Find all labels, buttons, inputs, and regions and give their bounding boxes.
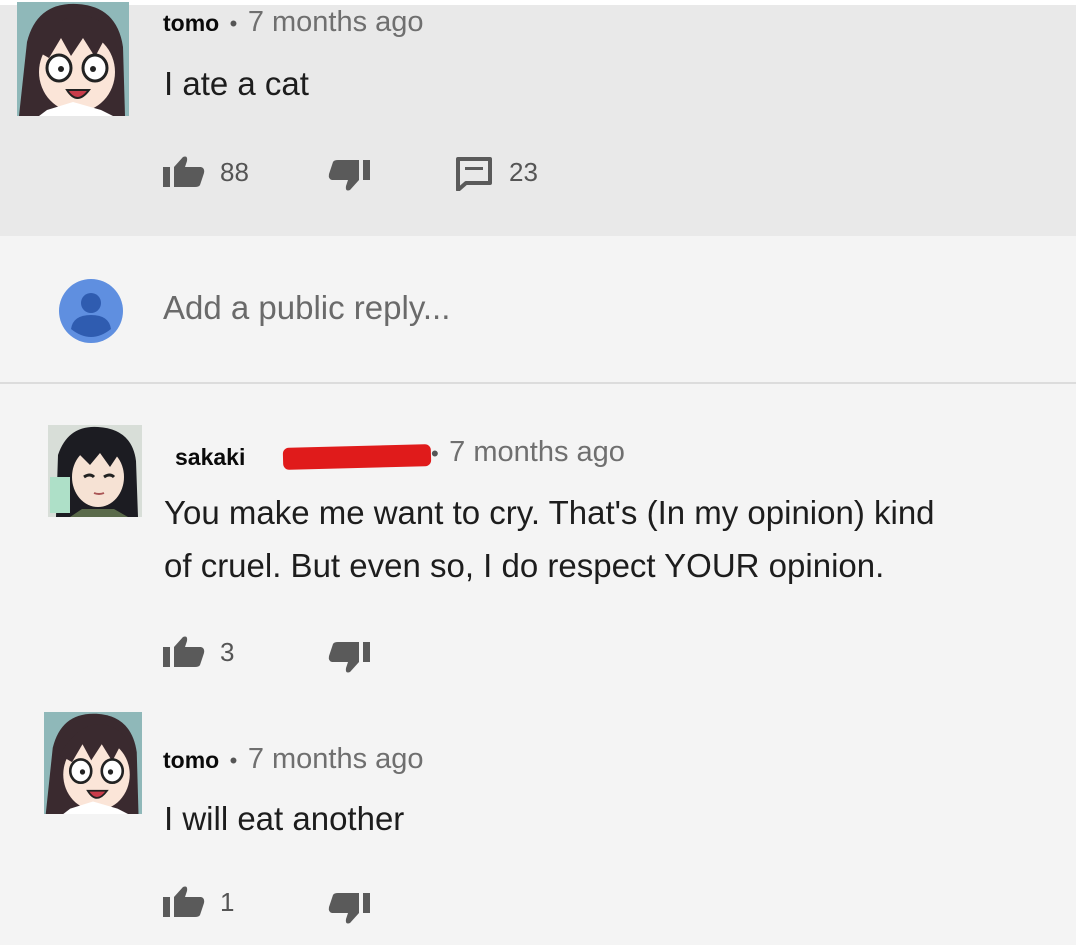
avatar-tomo[interactable]: [17, 2, 129, 116]
reply-count[interactable]: 23: [509, 157, 538, 188]
like-count: 88: [220, 157, 249, 187]
thumbs-down-icon: [328, 642, 370, 673]
reply-box-background: [0, 236, 1080, 382]
reply-input[interactable]: Add a public reply...: [163, 289, 450, 327]
thumbs-down-icon: [328, 160, 370, 191]
frame-edge-right: [1076, 0, 1080, 945]
thumbs-up-icon: [163, 156, 205, 187]
comment-text: I will eat another: [164, 800, 405, 837]
comment-author[interactable]: sakaki: [175, 444, 245, 471]
dislike-button[interactable]: [328, 893, 370, 925]
frame-edge-top: [0, 0, 1080, 5]
thumbs-up-icon: [163, 886, 205, 917]
comment-header: tomo • 7 months ago: [163, 6, 424, 39]
comment-icon: [456, 157, 492, 191]
comment-header: tomo • 7 months ago: [163, 743, 424, 776]
tomo-avatar-icon: [44, 712, 142, 814]
dislike-button[interactable]: [328, 642, 370, 674]
comment-author[interactable]: tomo: [163, 747, 219, 773]
divider: [0, 382, 1080, 384]
reply-user-avatar: [59, 279, 123, 348]
comment-timestamp[interactable]: 7 months ago: [248, 6, 424, 38]
comment-highlight-background: [0, 0, 1080, 236]
tomo-avatar-icon: [17, 2, 129, 116]
comment-text-line-2: of cruel. But even so, I do respect YOUR…: [164, 547, 885, 584]
avatar-sakaki[interactable]: [48, 425, 142, 517]
sakaki-avatar-icon: [48, 425, 142, 517]
like-count: 1: [220, 887, 235, 917]
separator-dot: •: [431, 441, 439, 466]
thumbs-up-icon: [163, 636, 205, 667]
comment-text: I ate a cat: [164, 65, 309, 102]
redaction-mark: [282, 444, 432, 470]
avatar-tomo[interactable]: [44, 712, 142, 814]
user-icon: [59, 279, 123, 343]
separator-dot: •: [229, 748, 238, 773]
comment-timestamp[interactable]: 7 months ago: [449, 436, 625, 468]
separator-dot: •: [229, 11, 238, 36]
like-button[interactable]: [163, 635, 205, 667]
comment-timestamp[interactable]: 7 months ago: [248, 743, 424, 775]
comment-text-line-1: You make me want to cry. That's (In my o…: [164, 494, 935, 531]
comment-author[interactable]: tomo: [163, 10, 219, 36]
comment-header: • 7 months ago: [431, 436, 625, 469]
dislike-button[interactable]: [328, 160, 370, 192]
like-button[interactable]: [163, 885, 205, 917]
like-count: 3: [220, 637, 235, 667]
thumbs-down-icon: [328, 893, 370, 924]
reply-button[interactable]: [456, 157, 492, 191]
like-button[interactable]: [163, 155, 205, 187]
